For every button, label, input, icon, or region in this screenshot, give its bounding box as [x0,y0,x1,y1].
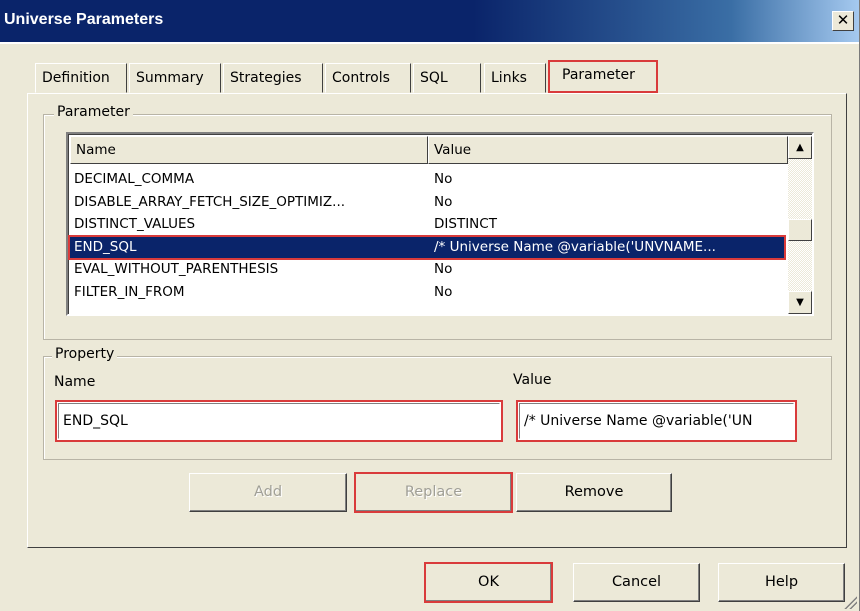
column-header-value[interactable]: Value [428,136,788,164]
row-value: No [434,283,453,300]
row-value: DISTINCT [434,216,497,232]
dialog-title: Universe Parameters [4,11,164,28]
list-row-selected[interactable]: END_SQL /* Universe Name @variable('UNVN… [68,234,786,260]
close-icon[interactable]: ✕ [832,11,854,31]
row-name: DISABLE_ARRAY_FETCH_SIZE_OPTIMIZ... [74,193,346,210]
list-row[interactable]: DECIMAL_COMMA No [70,168,786,191]
add-button[interactable]: Add [189,473,347,512]
list-row[interactable]: DISABLE_ARRAY_FETCH_SIZE_OPTIMIZ... No [70,191,786,214]
cancel-button[interactable]: Cancel [573,563,700,602]
tab-definition[interactable]: Definition [35,63,127,93]
list-row[interactable]: EVAL_WITHOUT_PARENTHESIS No [70,258,786,281]
property-name-value: END_SQL [63,413,128,429]
property-value-value: /* Universe Name @variable('UN [524,413,753,429]
tab-summary[interactable]: Summary [129,63,221,93]
row-value: No [434,171,453,187]
row-name: END_SQL [74,238,137,255]
row-name: DECIMAL_COMMA [74,171,195,187]
title-bar-fill: Universe Parameters ✕ [0,0,859,42]
property-value-label: Value [513,372,552,388]
parameter-group-title: Parameter [54,104,133,120]
row-value: No [434,193,453,210]
universe-parameters-dialog: Universe Parameters ✕ Definition Summary… [0,0,860,611]
tab-sql[interactable]: SQL [413,63,481,93]
row-name: FILTER_IN_FROM [74,283,185,300]
row-name: DISTINCT_VALUES [74,216,196,232]
replace-button[interactable]: Replace [354,472,513,513]
title-bar: Universe Parameters ✕ [0,0,859,44]
property-name-label: Name [54,374,96,390]
parameter-list[interactable]: Name Value DECIMAL_COMMA No DISABLE_ARRA… [66,132,814,316]
list-row[interactable]: FILTER_IN_FROM No [70,281,786,304]
list-header: Name Value [70,136,788,164]
remove-button[interactable]: Remove [516,473,672,512]
tab-parameter[interactable]: Parameter [548,60,658,93]
row-name: EVAL_WITHOUT_PARENTHESIS [74,261,279,277]
scroll-down-icon[interactable]: ▼ [788,291,812,314]
column-header-name[interactable]: Name [70,136,428,164]
resize-grip-icon[interactable] [843,595,857,609]
tab-controls[interactable]: Controls [325,63,411,93]
property-value-field[interactable]: /* Universe Name @variable('UN [516,400,797,442]
vertical-scrollbar[interactable]: ▲ ▼ [788,136,812,314]
tab-links[interactable]: Links [484,63,546,93]
property-name-field[interactable]: END_SQL [55,400,503,442]
ok-button[interactable]: OK [424,562,553,603]
scroll-up-icon[interactable]: ▲ [788,136,812,159]
scroll-thumb[interactable] [788,219,812,241]
list-row[interactable]: DISTINCT_VALUES DISTINCT [70,213,786,236]
help-button[interactable]: Help [718,563,845,602]
property-group-title: Property [52,346,118,362]
row-value: /* Universe Name @variable('UNVNAME... [434,238,716,255]
tab-strategies[interactable]: Strategies [223,63,323,93]
row-value: No [434,261,453,277]
parameter-rows: DECIMAL_COMMA No DISABLE_ARRAY_FETCH_SIZ… [68,168,786,304]
